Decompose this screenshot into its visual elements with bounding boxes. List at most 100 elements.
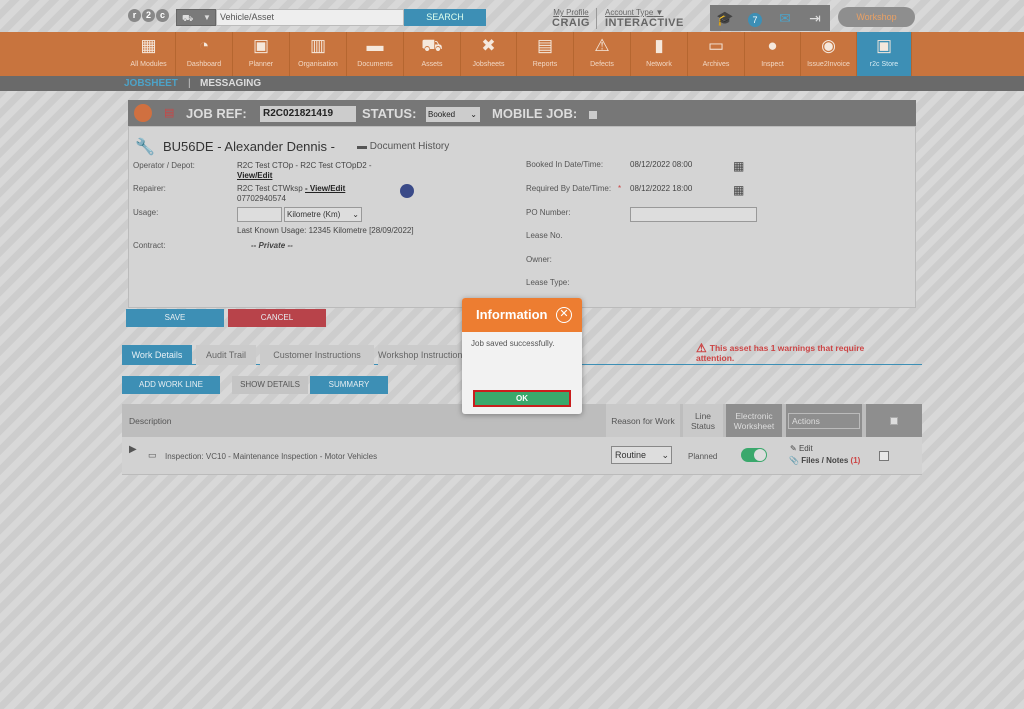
- logout-icon[interactable]: ⇥: [804, 9, 826, 27]
- usage-unit-select[interactable]: Kilometre (Km) ⌄: [284, 207, 362, 222]
- mobile-job-checkbox[interactable]: [589, 111, 597, 119]
- jobsheet-icon: [134, 104, 152, 122]
- close-icon[interactable]: ✕: [556, 307, 572, 323]
- mail-icon[interactable]: ✉: [774, 9, 796, 27]
- operator-view-edit-link[interactable]: View/Edit: [237, 171, 272, 180]
- nav-r2c-store[interactable]: ▣ r2c Store: [857, 32, 912, 76]
- operator-label: Operator / Depot:: [133, 161, 195, 170]
- dialog-message: Job saved successfully.: [471, 339, 555, 348]
- status-label: STATUS:: [362, 106, 417, 121]
- job-header: ▤ JOB REF: R2C021821419 STATUS: Booked ⌄…: [128, 100, 916, 126]
- messaging-link[interactable]: MESSAGING: [200, 78, 261, 89]
- r2c-logo[interactable]: r2c: [128, 9, 170, 25]
- inspect-icon: ●: [767, 36, 778, 55]
- calendar-icon[interactable]: ▦: [733, 159, 744, 173]
- account-type-block[interactable]: Account Type ▼ INTERACTIVE: [596, 8, 684, 29]
- ok-button[interactable]: OK: [473, 390, 571, 407]
- save-button[interactable]: SAVE: [126, 309, 224, 327]
- tab-work-details[interactable]: Work Details: [122, 345, 192, 365]
- top-icon-bar: 🎓 7 ✉ ⇥: [710, 5, 830, 31]
- col-line-status: Line Status: [683, 404, 723, 437]
- repairer-view-edit-link[interactable]: - View/Edit: [305, 184, 345, 193]
- cancel-button[interactable]: CANCEL: [228, 309, 326, 327]
- account-type-value: INTERACTIVE: [605, 17, 684, 29]
- nav-defects[interactable]: ⚠ Defects: [574, 32, 631, 76]
- job-panel: ▤ JOB REF: R2C021821419 STATUS: Booked ⌄…: [122, 100, 922, 490]
- contract-label: Contract:: [133, 241, 166, 250]
- search-button[interactable]: SEARCH: [404, 9, 486, 26]
- row-line-status: Planned: [688, 452, 718, 461]
- vehicle-search-input[interactable]: Vehicle/Asset: [216, 9, 404, 26]
- bag-icon: ▣: [875, 36, 893, 55]
- nav-all-modules[interactable]: ▦ All Modules: [122, 32, 176, 76]
- calendar-icon[interactable]: ▦: [733, 183, 744, 197]
- nav-reports[interactable]: ▤ Reports: [517, 32, 574, 76]
- job-ref-value: R2C021821419: [260, 106, 356, 122]
- show-details-button[interactable]: SHOW DETAILS: [232, 376, 308, 394]
- building-icon: ▥: [309, 36, 327, 55]
- files-notes-link[interactable]: 📎 Files / Notes (1): [789, 456, 860, 465]
- jobsheet-link[interactable]: JOBSHEET: [124, 78, 178, 89]
- usage-input[interactable]: [237, 207, 282, 222]
- pdf-icon[interactable]: ▤: [164, 106, 174, 119]
- profile-block[interactable]: My Profile CRAIG: [552, 8, 590, 29]
- po-label: PO Number:: [526, 208, 571, 217]
- mobile-job-label: MOBILE JOB:: [492, 106, 578, 121]
- nav-organisation[interactable]: ▥ Organisation: [290, 32, 347, 76]
- expand-icon[interactable]: ▶: [129, 444, 137, 455]
- nav-dashboard[interactable]: ◔ Dashboard: [176, 32, 233, 76]
- gauge-icon: ◔: [198, 36, 210, 55]
- tab-customer-instructions[interactable]: Customer Instructions: [260, 345, 374, 365]
- folder-icon: ▬: [366, 36, 384, 55]
- nav-documents[interactable]: ▬ Documents: [347, 32, 404, 76]
- add-work-line-button[interactable]: ADD WORK LINE: [122, 376, 220, 394]
- nav-issue2invoice[interactable]: ◉ Issue2Invoice: [801, 32, 857, 76]
- job-ref-label: JOB REF:: [186, 106, 247, 121]
- tab-workshop-instructions[interactable]: Workshop Instructions: [378, 345, 464, 365]
- main-nav: ▦ All Modules ◔ Dashboard ▣ Planner ▥ Organi…: [0, 32, 1024, 76]
- chevron-down-icon: ⌄: [470, 110, 477, 119]
- vehicle-title: BU56DE - Alexander Dennis -: [163, 139, 335, 154]
- account-type-link[interactable]: Account Type ▼: [605, 8, 684, 17]
- nav-inspect[interactable]: ● Inspect: [745, 32, 801, 76]
- lease-no-label: Lease No.: [526, 231, 563, 240]
- notification-icon[interactable]: 7: [744, 9, 766, 27]
- actions-select[interactable]: Actions: [786, 404, 862, 437]
- status-select[interactable]: Booked ⌄: [426, 107, 480, 122]
- workshop-button[interactable]: Workshop: [838, 7, 915, 27]
- graduation-cap-icon[interactable]: 🎓: [714, 9, 736, 27]
- lease-type-label: Lease Type:: [526, 278, 570, 287]
- tab-audit-trail[interactable]: Audit Trail: [196, 345, 256, 365]
- reason-select[interactable]: Routine ⌄: [611, 446, 672, 464]
- tools-icon: ✖: [481, 36, 496, 55]
- select-all-checkbox[interactable]: [866, 404, 922, 437]
- worksheet-toggle[interactable]: [741, 448, 767, 462]
- edit-link[interactable]: ✎ Edit: [790, 444, 813, 453]
- document-history-link[interactable]: ▬ Document History: [357, 141, 449, 152]
- asset-warning[interactable]: ⚠ This asset has 1 warnings that require …: [696, 342, 896, 363]
- wrench-icon: 🔧: [135, 139, 155, 156]
- row-description: Inspection: VC10 - Maintenance Inspectio…: [165, 452, 378, 461]
- sub-nav: JOBSHEET | MESSAGING: [0, 76, 1024, 91]
- nav-jobsheets[interactable]: ✖ Jobsheets: [461, 32, 517, 76]
- required-star: *: [618, 184, 622, 193]
- information-dialog: Information ✕ Job saved successfully. OK: [462, 298, 582, 414]
- summary-button[interactable]: SUMMARY: [310, 376, 388, 394]
- row-checkbox[interactable]: [879, 451, 889, 461]
- my-profile-link[interactable]: My Profile: [552, 8, 590, 17]
- job-details-card: 🔧 BU56DE - Alexander Dennis - ▬ Document…: [128, 126, 916, 308]
- calendar-icon: ▣: [252, 36, 270, 55]
- po-input[interactable]: [630, 207, 757, 222]
- contacts-icon: ▮: [654, 36, 664, 55]
- truck-icon: ⛟: [421, 36, 443, 55]
- col-description: Description: [129, 415, 172, 426]
- grid-icon: ▦: [140, 36, 157, 55]
- required-value: 08/12/2022 18:00: [630, 184, 693, 193]
- vehicle-type-select[interactable]: ⛟ ▼: [176, 9, 216, 26]
- nav-network[interactable]: ▮ Network: [631, 32, 688, 76]
- nav-planner[interactable]: ▣ Planner: [233, 32, 290, 76]
- nav-archives[interactable]: ▭ Archives: [688, 32, 745, 76]
- top-bar: r2c ⛟ ▼ Vehicle/Asset SEARCH My Profile …: [0, 0, 1024, 32]
- warning-icon: ⚠: [594, 36, 610, 55]
- nav-assets[interactable]: ⛟ Assets: [404, 32, 461, 76]
